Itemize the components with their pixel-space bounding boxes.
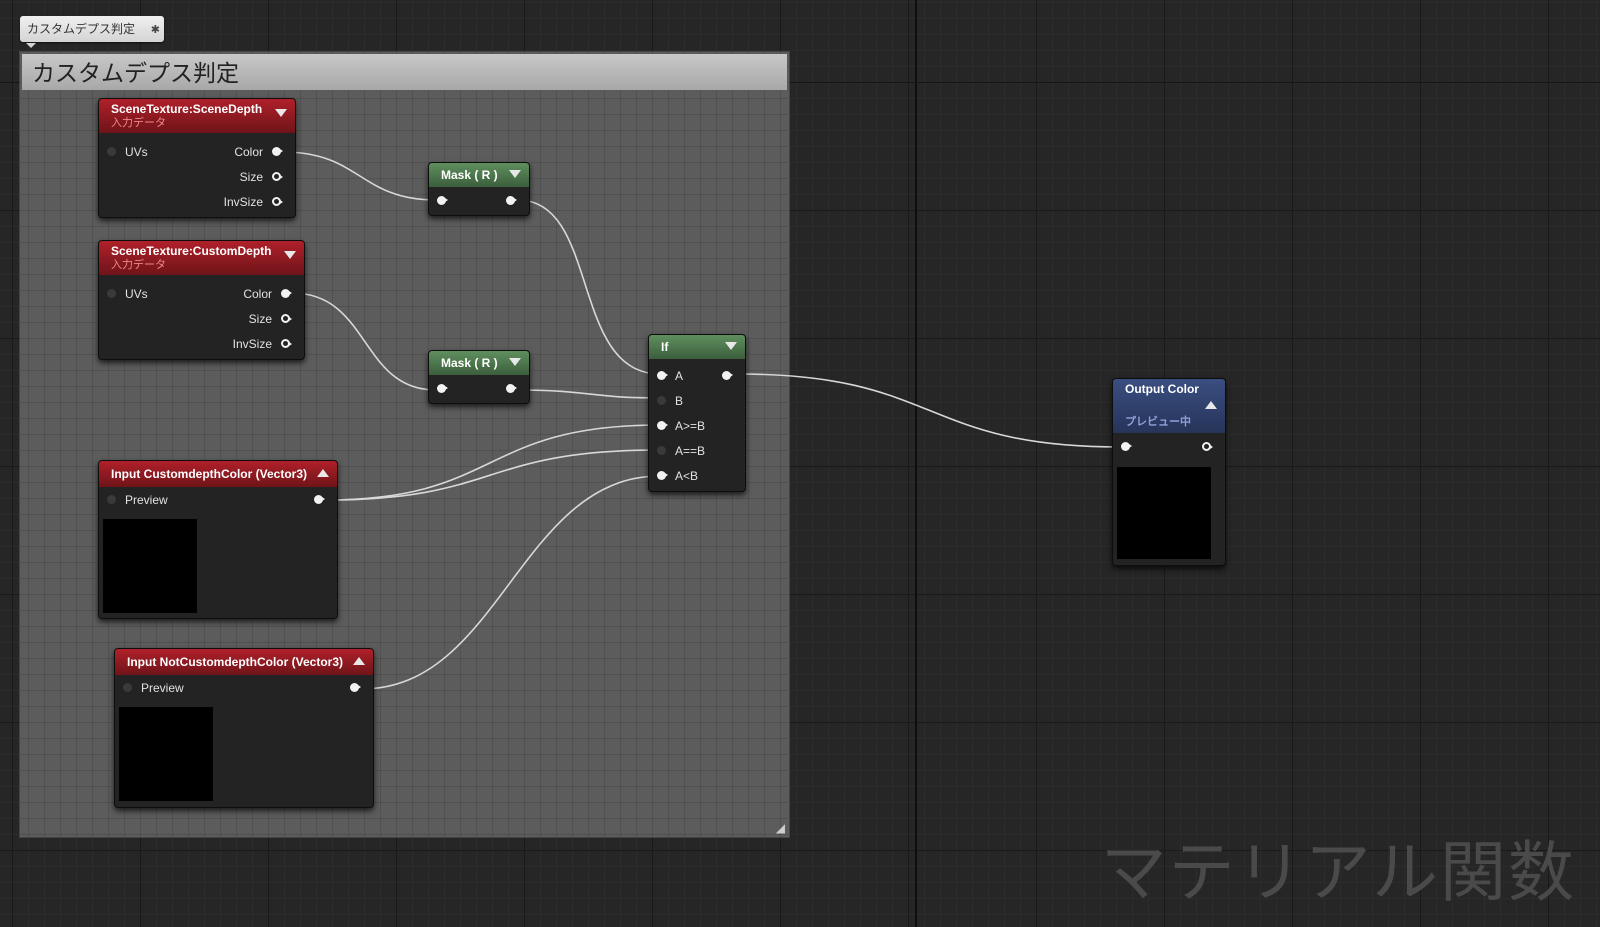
graph-divider-vertical xyxy=(915,0,917,927)
node-header[interactable]: SceneTexture:CustomDepth 入力データ xyxy=(99,241,304,275)
node-header[interactable]: If xyxy=(649,335,745,359)
preview-swatch xyxy=(103,519,197,613)
node-subtitle: プレビュー中 xyxy=(1125,416,1191,428)
pin-icon[interactable]: ✱ xyxy=(151,17,160,43)
pin-size[interactable]: Size xyxy=(239,168,283,186)
preview-swatch xyxy=(1117,467,1211,559)
material-function-watermark: マテリアル関数 xyxy=(1100,834,1576,911)
pin-icon[interactable] xyxy=(281,289,292,298)
preview-swatch xyxy=(119,707,213,801)
node-header[interactable]: Mask ( R ) xyxy=(429,163,529,187)
pin-a[interactable]: A xyxy=(657,367,683,385)
collapse-arrow-icon[interactable] xyxy=(509,358,521,366)
pin-label: A xyxy=(675,369,684,383)
pin-icon[interactable] xyxy=(657,471,668,480)
pin-icon[interactable] xyxy=(123,683,132,692)
pin-icon[interactable] xyxy=(657,421,668,430)
node-input-customdepthcolor[interactable]: Input CustomdepthColor (Vector3) Preview xyxy=(98,460,338,619)
pin-icon[interactable] xyxy=(107,495,116,504)
pin-icon[interactable] xyxy=(107,147,116,156)
pin-icon[interactable] xyxy=(281,339,292,348)
pin-icon[interactable] xyxy=(272,197,283,206)
pin-label: Preview xyxy=(141,681,184,695)
pin-uvs[interactable]: UVs xyxy=(107,285,148,303)
pin-icon[interactable] xyxy=(107,289,116,298)
pin-label: InvSize xyxy=(232,337,272,351)
pin-icon[interactable] xyxy=(272,147,283,156)
wire-if-to-output xyxy=(737,373,1121,448)
pin-label: A==B xyxy=(675,444,706,458)
pin-uvs[interactable]: UVs xyxy=(107,143,148,161)
pin-label: A<B xyxy=(675,469,699,483)
node-input-notcustomdepthcolor[interactable]: Input NotCustomdepthColor (Vector3) Prev… xyxy=(114,648,374,808)
comment-bubble-label: カスタムデプス判定 xyxy=(27,22,136,36)
collapse-arrow-icon[interactable] xyxy=(509,170,521,178)
expand-arrow-icon[interactable] xyxy=(353,657,365,665)
output-pin-icon[interactable] xyxy=(506,384,517,393)
node-title: SceneTexture:CustomDepth xyxy=(111,244,272,258)
node-output-color[interactable]: Output Color プレビュー中 xyxy=(1112,378,1226,566)
collapse-arrow-icon[interactable] xyxy=(284,251,296,259)
resize-grip-icon[interactable]: ◢ xyxy=(776,821,785,835)
pin-invsize[interactable]: InvSize xyxy=(223,193,283,211)
output-pin-icon[interactable] xyxy=(314,495,325,504)
pin-size[interactable]: Size xyxy=(248,310,292,328)
pin-icon[interactable] xyxy=(657,371,668,380)
input-pin-icon[interactable] xyxy=(1121,442,1132,451)
collapse-arrow-icon[interactable] xyxy=(275,109,287,117)
node-mask-r-1[interactable]: Mask ( R ) xyxy=(428,162,530,216)
pin-label: Preview xyxy=(125,493,168,507)
pin-label: B xyxy=(675,394,684,408)
pin-icon[interactable] xyxy=(657,446,666,455)
node-title: Input NotCustomdepthColor (Vector3) xyxy=(127,655,343,669)
node-subtitle: 入力データ xyxy=(111,117,166,129)
node-subtitle: 入力データ xyxy=(111,259,166,271)
pin-a-eq-b[interactable]: A==B xyxy=(657,442,705,460)
pin-label: UVs xyxy=(125,145,148,159)
pin-label: Size xyxy=(248,312,272,326)
pin-icon[interactable] xyxy=(657,396,666,405)
pin-color[interactable]: Color xyxy=(243,285,292,303)
node-mask-r-2[interactable]: Mask ( R ) xyxy=(428,350,530,404)
expand-arrow-icon[interactable] xyxy=(1205,401,1217,409)
node-title: Output Color xyxy=(1125,382,1199,396)
node-header[interactable]: Mask ( R ) xyxy=(429,351,529,375)
output-pin-icon[interactable] xyxy=(722,371,733,380)
pin-a-lt-b[interactable]: A<B xyxy=(657,467,698,485)
output-pin-icon[interactable] xyxy=(350,683,361,692)
pin-preview[interactable]: Preview xyxy=(107,491,168,509)
node-header[interactable]: Input NotCustomdepthColor (Vector3) xyxy=(115,649,373,675)
pin-icon[interactable] xyxy=(272,172,283,181)
node-scene-texture-scenedepth[interactable]: SceneTexture:SceneDepth 入力データ UVs Color … xyxy=(98,98,296,218)
output-pin-icon[interactable] xyxy=(1202,442,1213,451)
pin-label: InvSize xyxy=(223,195,263,209)
expand-arrow-icon[interactable] xyxy=(317,469,329,477)
input-pin-icon[interactable] xyxy=(437,384,448,393)
node-scene-texture-customdepth[interactable]: SceneTexture:CustomDepth 入力データ UVs Color… xyxy=(98,240,305,360)
pin-label: Color xyxy=(243,287,272,301)
comment-bubble[interactable]: カスタムデプス判定 ✱ xyxy=(20,16,164,48)
pin-icon[interactable] xyxy=(281,314,292,323)
pin-label: A>=B xyxy=(675,419,706,433)
comment-header[interactable]: カスタムデプス判定 xyxy=(22,54,787,90)
pin-a-ge-b[interactable]: A>=B xyxy=(657,417,705,435)
pin-label: UVs xyxy=(125,287,148,301)
pin-label: Size xyxy=(239,170,263,184)
pin-preview[interactable]: Preview xyxy=(123,679,184,697)
input-pin-icon[interactable] xyxy=(437,196,448,205)
pin-label: Color xyxy=(234,145,263,159)
output-pin-icon[interactable] xyxy=(506,196,517,205)
pin-invsize[interactable]: InvSize xyxy=(232,335,292,353)
pin-b[interactable]: B xyxy=(657,392,683,410)
node-title: Input CustomdepthColor (Vector3) xyxy=(111,467,307,481)
node-if[interactable]: If A B A>=B A==B A<B xyxy=(648,334,746,492)
node-header[interactable]: Output Color プレビュー中 xyxy=(1113,379,1225,433)
pin-color[interactable]: Color xyxy=(234,143,283,161)
node-header[interactable]: SceneTexture:SceneDepth 入力データ xyxy=(99,99,295,133)
node-title: SceneTexture:SceneDepth xyxy=(111,102,263,116)
node-header[interactable]: Input CustomdepthColor (Vector3) xyxy=(99,461,337,487)
collapse-arrow-icon[interactable] xyxy=(725,342,737,350)
